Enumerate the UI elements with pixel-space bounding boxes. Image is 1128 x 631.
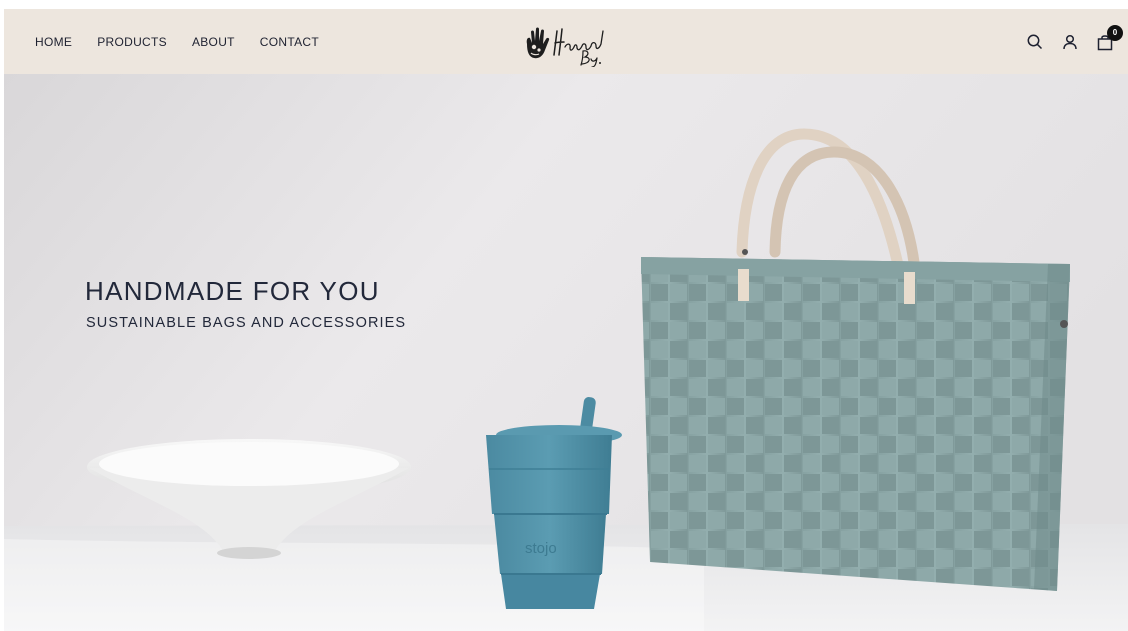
cart-bag-icon[interactable]: 0	[1096, 24, 1123, 51]
brand-logo[interactable]	[519, 17, 619, 68]
header-icons: 0	[1026, 9, 1123, 74]
nav-about-link[interactable]: ABOUT	[192, 35, 235, 49]
hero-banner[interactable]: stojo HANDMADE FOR YOU SUSTAINABLE BAGS …	[4, 74, 1128, 631]
hero-subheadline: SUSTAINABLE BAGS AND ACCESSORIES	[86, 315, 407, 331]
nav-products-link[interactable]: PRODUCTS	[97, 35, 167, 49]
main-nav: HOME PRODUCTS ABOUT CONTACT	[35, 9, 319, 74]
hand-logo-icon	[526, 27, 604, 68]
search-icon[interactable]	[1026, 33, 1044, 51]
nav-contact-link[interactable]: CONTACT	[260, 35, 319, 49]
user-icon[interactable]	[1061, 33, 1079, 51]
hero-headline: HANDMADE FOR YOU	[85, 276, 380, 306]
site-header: HOME PRODUCTS ABOUT CONTACT 0	[4, 9, 1128, 74]
nav-home-link[interactable]: HOME	[35, 35, 72, 49]
hero-image: stojo	[4, 74, 1128, 631]
page-frame: HOME PRODUCTS ABOUT CONTACT 0 stojo HAND…	[4, 9, 1128, 631]
hero-headline-block: HANDMADE FOR YOU SUSTAINABLE BAGS AND AC…	[85, 276, 406, 331]
cart-count-badge: 0	[1107, 24, 1123, 41]
cup-brand-text: stojo	[525, 540, 557, 557]
